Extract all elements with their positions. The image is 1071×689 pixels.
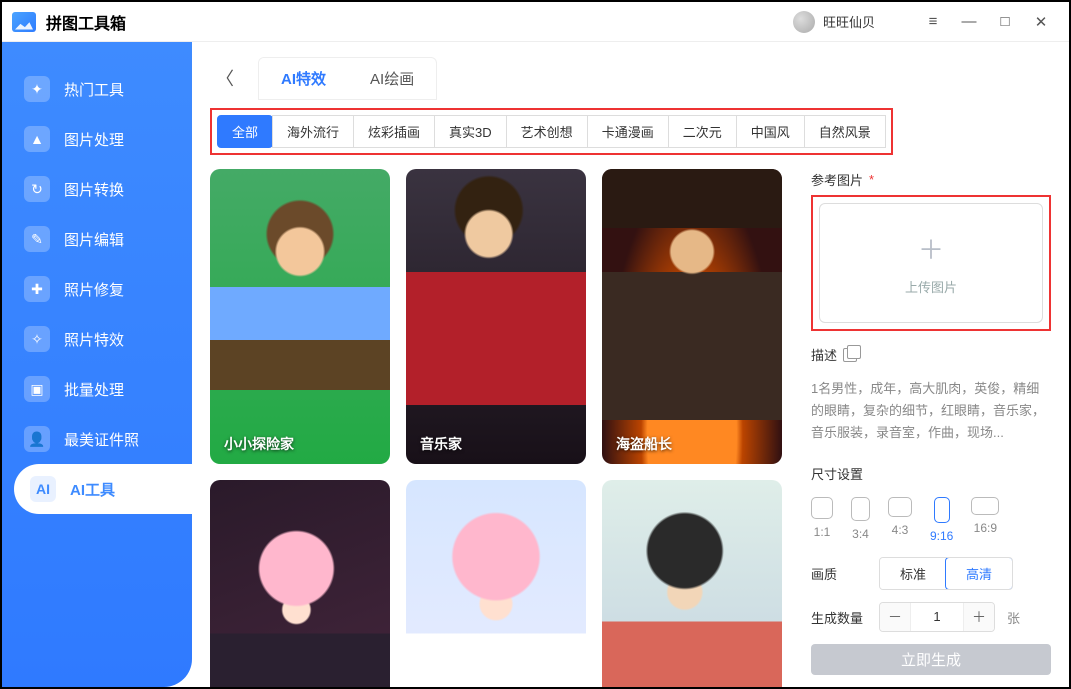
count-increment[interactable]: ＋ <box>964 603 994 631</box>
chip-overseas[interactable]: 海外流行 <box>272 115 354 148</box>
sidebar-item-image-process[interactable]: ▲ 图片处理 <box>2 114 192 164</box>
chip-chinese[interactable]: 中国风 <box>736 115 805 148</box>
sidebar-item-label: 批量处理 <box>64 379 124 400</box>
sidebar-item-image-convert[interactable]: ↻ 图片转换 <box>2 164 192 214</box>
minimize-button[interactable]: — <box>951 7 987 37</box>
upload-label: 上传图片 <box>905 277 957 296</box>
size-options: 1:1 3:4 4:3 9:16 16:9 <box>811 497 1051 543</box>
ref-image-label: 参考图片* <box>811 170 1051 189</box>
maximize-button[interactable]: □ <box>987 7 1023 37</box>
thumbnail <box>406 480 586 687</box>
thumbnail <box>602 480 782 687</box>
sidebar: ✦ 热门工具 ▲ 图片处理 ↻ 图片转换 ✎ 图片编辑 ✚ 照片修复 ✧ 照片特效 ▣ 批量处… <box>2 42 192 687</box>
avatar[interactable] <box>793 11 815 33</box>
template-gallery[interactable]: 小小探险家 音乐家 海盗船长 <box>210 169 791 687</box>
quality-label: 画质 <box>811 564 867 583</box>
sidebar-item-label: 照片修复 <box>64 279 124 300</box>
tab-ai-paint[interactable]: AI绘画 <box>348 58 436 99</box>
filter-chips: 全部 海外流行 炫彩插画 真实3D 艺术创想 卡通漫画 二次元 中国风 自然风景 <box>210 108 893 155</box>
desc-label: 描述 <box>811 345 1051 364</box>
sidebar-item-label: 图片转换 <box>64 179 124 200</box>
template-card[interactable]: 小小探险家 <box>210 169 390 464</box>
size-16-9[interactable]: 16:9 <box>971 497 999 543</box>
ai-icon: AI <box>30 476 56 502</box>
plus-icon: ＋ <box>918 230 944 267</box>
quality-hd[interactable]: 高清 <box>945 557 1013 590</box>
sparkle-icon: ✦ <box>24 76 50 102</box>
back-button[interactable]: 〈 <box>210 65 240 91</box>
sidebar-item-label: 图片编辑 <box>64 229 124 250</box>
tab-ai-fx[interactable]: AI特效 <box>259 58 348 99</box>
size-1-1[interactable]: 1:1 <box>811 497 833 543</box>
card-label: 音乐家 <box>420 434 462 454</box>
fx-icon: ✧ <box>24 326 50 352</box>
thumbnail <box>210 169 390 464</box>
copy-icon[interactable] <box>843 348 857 362</box>
count-value[interactable]: 1 <box>910 603 964 631</box>
settings-panel: 做同款 高级设置 参考图片* ＋ 上传图片 描述 1名男性，成年，高大肌肉，英俊… <box>811 169 1055 687</box>
repair-icon: ✚ <box>24 276 50 302</box>
count-label: 生成数量 <box>811 608 867 627</box>
edit-icon: ✎ <box>24 226 50 252</box>
template-card[interactable] <box>406 480 586 687</box>
template-card[interactable] <box>210 480 390 687</box>
sidebar-item-batch[interactable]: ▣ 批量处理 <box>2 364 192 414</box>
chip-nature[interactable]: 自然风景 <box>804 115 886 148</box>
card-label: 小小探险家 <box>224 434 294 454</box>
chip-colorful[interactable]: 炫彩插画 <box>353 115 435 148</box>
thumbnail <box>602 169 782 464</box>
app-title: 拼图工具箱 <box>46 10 126 34</box>
sidebar-item-hot-tools[interactable]: ✦ 热门工具 <box>2 64 192 114</box>
image-icon: ▲ <box>24 126 50 152</box>
card-label: 海盗船长 <box>616 434 672 454</box>
sidebar-item-label: 照片特效 <box>64 329 124 350</box>
main-area: 〈 AI特效 AI绘画 全部 海外流行 炫彩插画 真实3D 艺术创想 卡通漫画 … <box>192 42 1069 687</box>
size-3-4[interactable]: 3:4 <box>851 497 870 543</box>
sidebar-item-label: 图片处理 <box>64 129 124 150</box>
size-label: 尺寸设置 <box>811 464 1051 483</box>
template-card[interactable] <box>602 480 782 687</box>
size-9-16[interactable]: 9:16 <box>930 497 953 543</box>
chip-all[interactable]: 全部 <box>217 115 273 148</box>
close-button[interactable]: ✕ <box>1023 7 1059 37</box>
sidebar-item-image-edit[interactable]: ✎ 图片编辑 <box>2 214 192 264</box>
convert-icon: ↻ <box>24 176 50 202</box>
sidebar-item-ai-tools[interactable]: AI AI工具 <box>14 464 192 514</box>
upload-image-button[interactable]: ＋ 上传图片 <box>819 203 1043 323</box>
quality-toggle: 标准 高清 <box>879 557 1013 590</box>
app-logo-icon <box>12 12 36 32</box>
chip-art[interactable]: 艺术创想 <box>506 115 588 148</box>
sidebar-item-label: 热门工具 <box>64 79 124 100</box>
size-4-3[interactable]: 4:3 <box>888 497 912 543</box>
template-card[interactable]: 音乐家 <box>406 169 586 464</box>
generate-button[interactable]: 立即生成 <box>811 644 1051 675</box>
chip-real3d[interactable]: 真实3D <box>434 115 507 148</box>
sidebar-item-photo-fx[interactable]: ✧ 照片特效 <box>2 314 192 364</box>
sidebar-item-photo-repair[interactable]: ✚ 照片修复 <box>2 264 192 314</box>
quality-standard[interactable]: 标准 <box>880 558 946 589</box>
titlebar: 拼图工具箱 旺旺仙贝 ≡ — □ ✕ <box>2 2 1069 42</box>
chip-cartoon[interactable]: 卡通漫画 <box>587 115 669 148</box>
count-unit: 张 <box>1007 608 1020 627</box>
tabs: AI特效 AI绘画 <box>258 57 437 100</box>
username: 旺旺仙贝 <box>823 12 875 31</box>
thumbnail <box>210 480 390 687</box>
sidebar-item-id-photo[interactable]: 👤 最美证件照 <box>2 414 192 464</box>
sidebar-item-label: AI工具 <box>70 479 115 500</box>
count-stepper: － 1 ＋ <box>879 602 995 632</box>
menu-icon[interactable]: ≡ <box>915 7 951 37</box>
template-card[interactable]: 海盗船长 <box>602 169 782 464</box>
sidebar-item-label: 最美证件照 <box>64 429 139 450</box>
batch-icon: ▣ <box>24 376 50 402</box>
person-icon: 👤 <box>24 426 50 452</box>
chip-anime[interactable]: 二次元 <box>668 115 737 148</box>
desc-text: 1名男性，成年，高大肌肉，英俊，精细的眼睛，复杂的细节，红眼睛，音乐家，音乐服装… <box>811 378 1051 444</box>
count-decrement[interactable]: － <box>880 603 910 631</box>
thumbnail <box>406 169 586 464</box>
